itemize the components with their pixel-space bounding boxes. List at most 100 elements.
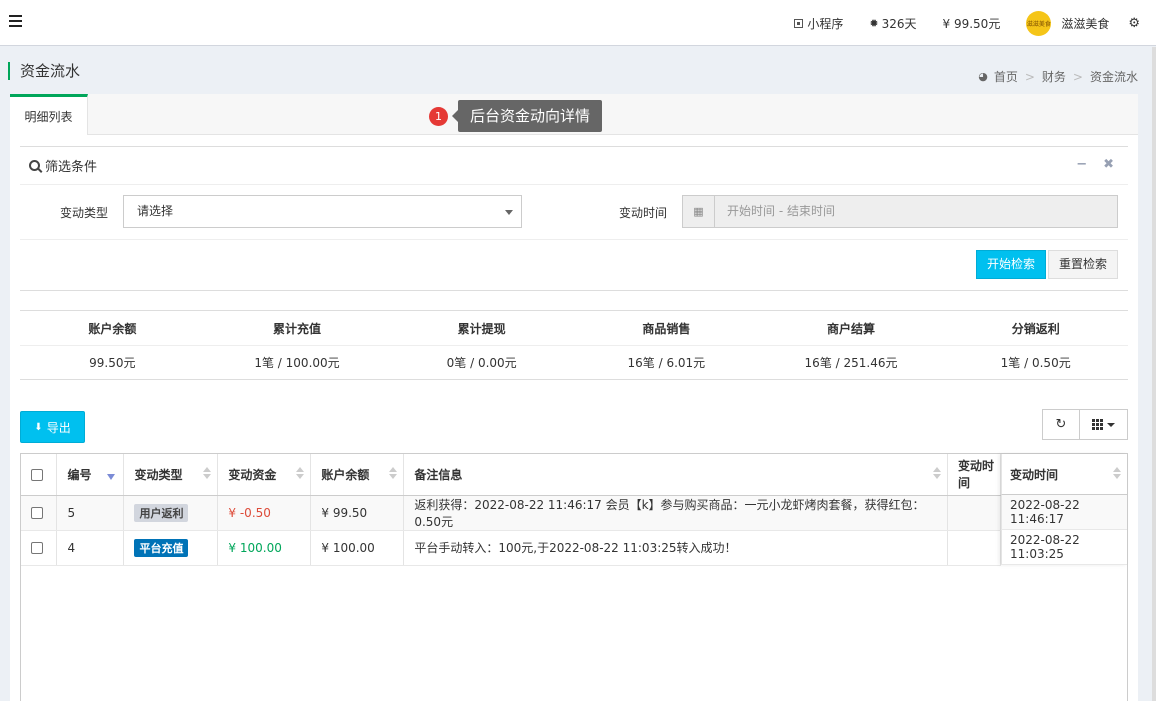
- sort-icon: [296, 467, 305, 479]
- main-box: 明细列表 1 后台资金动向详情 筛选条件 − ✖ 变动类型 请选择 变动时间 ▦…: [10, 94, 1138, 701]
- row-select-cell: [21, 530, 58, 566]
- column-label: 备注信息: [414, 467, 463, 482]
- stat-value: 0笔 / 0.00元: [446, 356, 517, 370]
- column-header-type[interactable]: 变动类型: [123, 454, 219, 496]
- columns-button[interactable]: [1080, 409, 1128, 440]
- table-row[interactable]: 5 用户返利 ¥ -0.50 ¥ 99.50 返利获得：2022-08-22 1…: [21, 495, 1001, 531]
- refresh-button[interactable]: ↻: [1042, 409, 1080, 440]
- cell-balance: ¥ 100.00: [310, 530, 405, 566]
- avatar: 滋滋美食: [1026, 10, 1052, 36]
- column-header-balance[interactable]: 账户余额: [310, 454, 405, 496]
- column-header-amount[interactable]: 变动资金: [217, 454, 312, 496]
- cell-remark: 平台手动转入：100元,于2022-08-22 11:03:25转入成功！: [403, 530, 948, 566]
- miniprogram-link[interactable]: 小程序: [781, 0, 856, 46]
- filter-panel: 筛选条件 − ✖ 变动类型 请选择 变动时间 ▦ 开始时间 - 结束时间 开始检…: [20, 146, 1128, 291]
- dashboard-icon: ◕: [978, 70, 988, 83]
- user-menu[interactable]: 滋滋美食 滋滋美食: [1013, 0, 1122, 46]
- stat-header: 商户结算: [827, 321, 876, 336]
- cell-type: 用户返利: [123, 495, 219, 531]
- sort-icon: [389, 467, 398, 479]
- collapse-icon[interactable]: −: [1076, 157, 1087, 172]
- export-button[interactable]: ⬇ 导出: [20, 411, 85, 443]
- chevron-down-icon: [505, 210, 513, 215]
- row-checkbox[interactable]: [31, 507, 43, 519]
- days-label: 326天: [881, 16, 917, 31]
- row-checkbox[interactable]: [31, 542, 43, 554]
- page-title: 资金流水: [8, 62, 80, 80]
- sort-icon: [933, 467, 941, 479]
- table-row[interactable]: 4 平台充值 ¥ 100.00 ¥ 100.00 平台手动转入：100元,于20…: [21, 530, 1001, 566]
- sort-desc-icon: [107, 474, 116, 480]
- cell-amount: ¥ -0.50: [217, 495, 312, 531]
- miniprogram-label: 小程序: [807, 16, 844, 31]
- cell-remark: 返利获得：2022-08-22 11:46:17 会员【k】参与购买商品：一元小…: [403, 495, 948, 531]
- row-select-cell: [21, 495, 58, 531]
- tooltip-text: 后台资金动向详情: [451, 100, 603, 132]
- stat-header: 分销返利: [1011, 321, 1060, 336]
- stats-table: 账户余额 累计充值 累计提现 商品销售 商户结算 分销返利 99.50元 1笔 …: [20, 310, 1128, 380]
- breadcrumb-separator: >: [1072, 69, 1083, 84]
- stat-value: 1笔 / 0.50元: [1000, 356, 1071, 370]
- select-all-cell: [21, 454, 58, 496]
- breadcrumb-home[interactable]: 首页: [994, 68, 1018, 85]
- date-range-input[interactable]: 开始时间 - 结束时间: [714, 195, 1118, 228]
- guide-tooltip: 1 后台资金动向详情: [429, 100, 603, 132]
- step-badge: 1: [429, 106, 448, 126]
- calendar-icon: ▦: [682, 195, 715, 228]
- column-label: 变动类型: [134, 467, 183, 482]
- chevron-down-icon: [1107, 422, 1115, 427]
- search-button[interactable]: 开始检索: [975, 250, 1046, 279]
- export-label: 导出: [46, 420, 71, 435]
- balance-link[interactable]: ¥ 99.50元: [930, 0, 1014, 46]
- user-name: 滋滋美食: [1061, 16, 1110, 31]
- breadcrumb-finance[interactable]: 财务: [1042, 68, 1066, 85]
- type-select[interactable]: 请选择: [123, 195, 522, 228]
- cell-id: 5: [56, 495, 125, 531]
- stat-value: 16笔 / 251.46元: [804, 356, 898, 370]
- cell-type: 平台充值: [123, 530, 219, 566]
- select-all-checkbox[interactable]: [31, 468, 43, 481]
- stat-header: 商品销售: [642, 321, 691, 336]
- column-header-id[interactable]: 编号: [56, 454, 125, 496]
- reset-button[interactable]: 重置检索: [1047, 250, 1118, 279]
- status-badge: 用户返利: [134, 503, 189, 522]
- cell-id: 4: [56, 530, 125, 566]
- stat-header: 累计提现: [457, 321, 506, 336]
- fixed-time-column: 变动时间 2022-08-22 11:46:17 2022-08-22 11:0…: [1001, 454, 1127, 565]
- time-label: 变动时间: [619, 206, 668, 220]
- days-remaining[interactable]: ✹ 326天: [856, 0, 929, 46]
- cell-time-fixed: 2022-08-22 11:03:25: [1001, 530, 1127, 565]
- column-label: 变动时间: [1010, 467, 1059, 482]
- refresh-icon: ↻: [1055, 417, 1067, 432]
- type-label: 变动类型: [60, 206, 109, 220]
- breadcrumb-separator: >: [1024, 69, 1035, 84]
- grid-icon: [1092, 419, 1103, 430]
- sort-icon: [203, 467, 212, 479]
- stat-value: 1笔 / 100.00元: [254, 356, 340, 370]
- type-select-value: 请选择: [137, 204, 174, 218]
- top-navbar: 小程序 ✹ 326天 ¥ 99.50元 滋滋美食 滋滋美食 ⚙: [0, 0, 1156, 46]
- tab-detail-list[interactable]: 明细列表: [10, 94, 88, 135]
- filter-title: 筛选条件: [45, 160, 98, 175]
- status-badge: 平台充值: [134, 538, 189, 557]
- column-label: 变动资金: [228, 467, 277, 482]
- stat-header: 累计充值: [273, 321, 322, 336]
- gear-icon[interactable]: ⚙: [1122, 0, 1156, 46]
- close-icon[interactable]: ✖: [1103, 157, 1114, 172]
- balance-label: ¥ 99.50元: [942, 16, 1001, 31]
- column-label: 账户余额: [321, 467, 370, 482]
- menu-toggle-icon[interactable]: [9, 15, 22, 27]
- stat-header: 账户余额: [88, 321, 137, 336]
- column-label: 编号: [67, 467, 92, 482]
- column-header-time-fixed[interactable]: 变动时间: [1001, 454, 1127, 495]
- cell-balance: ¥ 99.50: [310, 495, 405, 531]
- column-header-time[interactable]: 变动时间: [947, 454, 1001, 496]
- circle-icon: ✹: [869, 16, 879, 30]
- column-header-remark[interactable]: 备注信息: [403, 454, 948, 496]
- download-icon: ⬇: [34, 421, 43, 433]
- page-scrollbar[interactable]: [1152, 47, 1156, 701]
- column-label: 变动时间: [958, 459, 995, 491]
- stat-value: 16笔 / 6.01元: [627, 356, 706, 370]
- search-icon: [29, 160, 40, 171]
- sort-icon: [1113, 467, 1121, 479]
